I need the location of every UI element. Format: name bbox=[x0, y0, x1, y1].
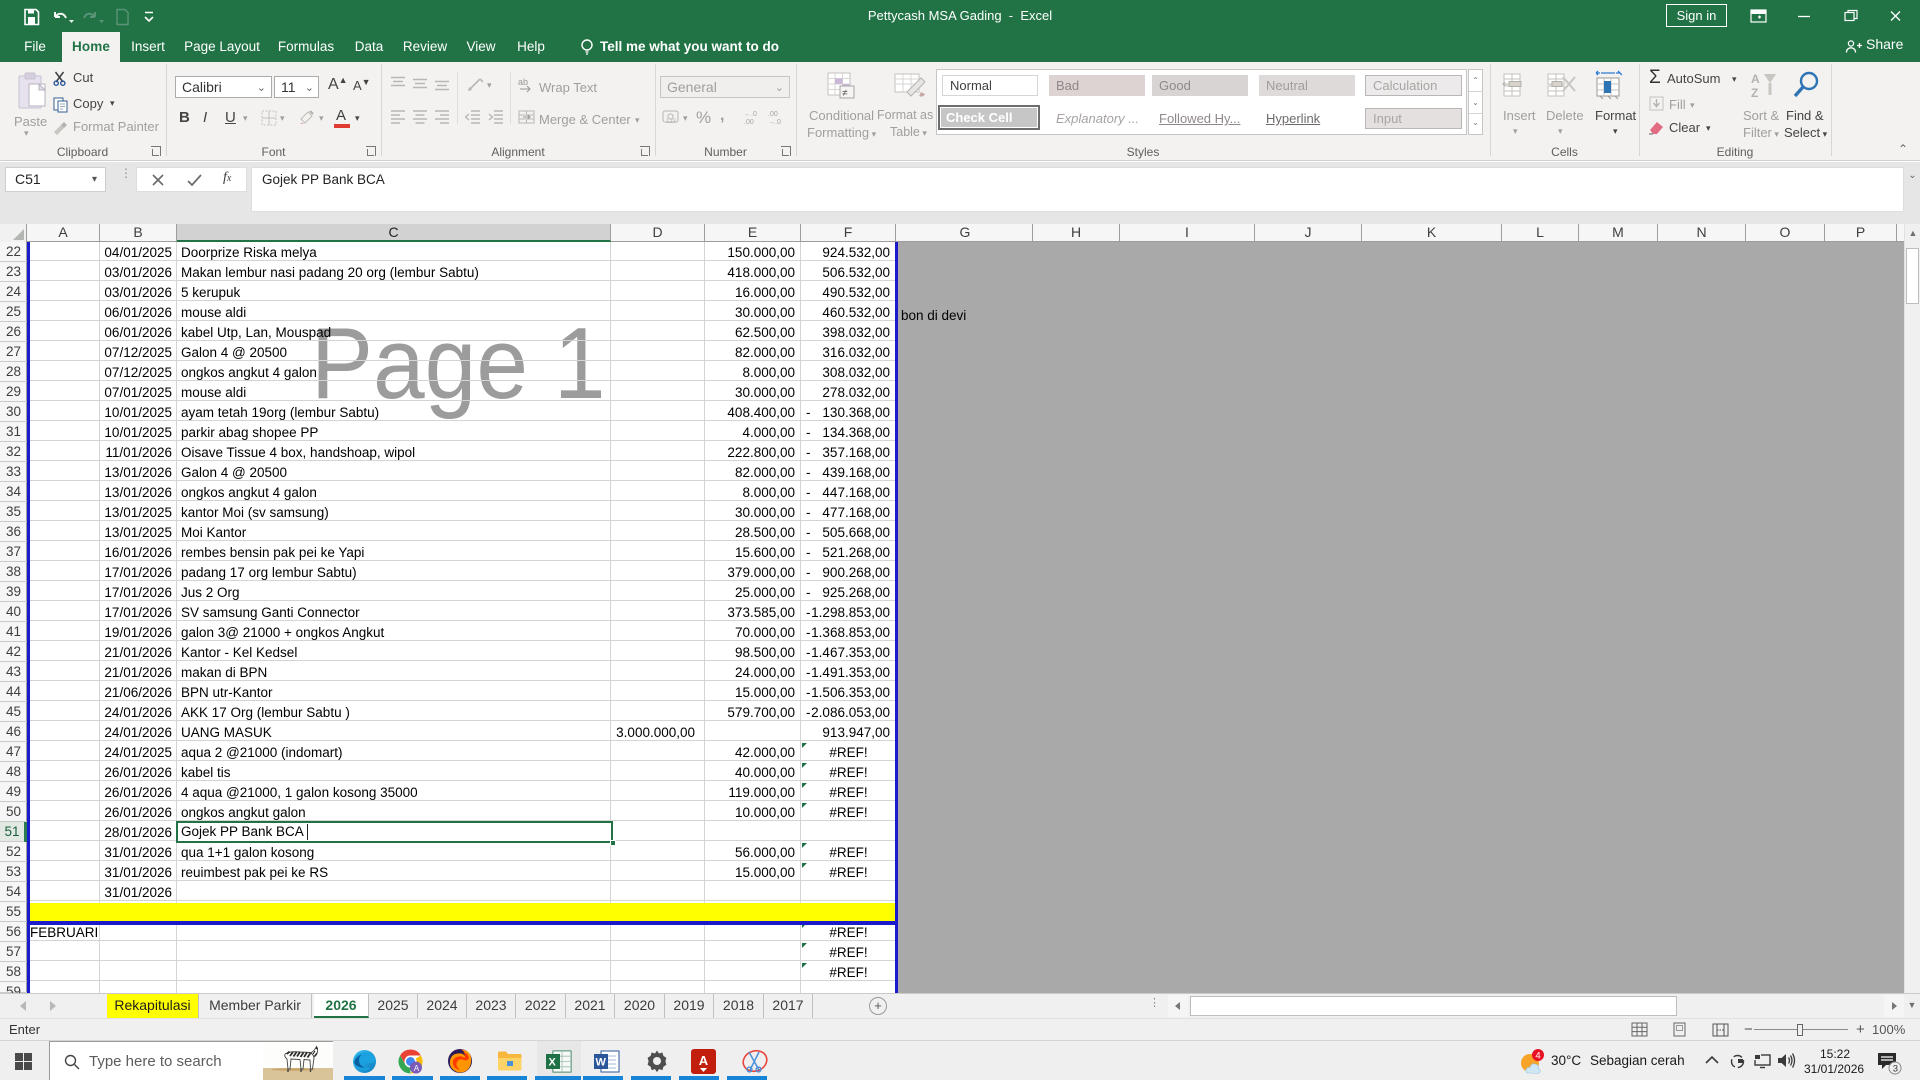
svg-text:A: A bbox=[699, 1053, 709, 1068]
svg-text:X: X bbox=[549, 1057, 557, 1069]
svg-text:→.0: →.0 bbox=[768, 119, 781, 125]
svg-text:←.0: ←.0 bbox=[744, 111, 757, 118]
svg-text:3: 3 bbox=[1893, 1064, 1898, 1075]
svg-text:≠: ≠ bbox=[842, 88, 848, 99]
svg-text:4: 4 bbox=[1535, 1050, 1540, 1061]
svg-text:A: A bbox=[414, 1064, 420, 1073]
svg-text:Z: Z bbox=[1751, 86, 1758, 100]
svg-text:ab: ab bbox=[518, 77, 528, 87]
svg-text:123: 123 bbox=[666, 119, 677, 125]
svg-text:.00: .00 bbox=[768, 111, 778, 118]
svg-text:W: W bbox=[596, 1057, 607, 1069]
svg-text:.00: .00 bbox=[744, 119, 754, 125]
svg-text:A: A bbox=[1751, 72, 1760, 86]
